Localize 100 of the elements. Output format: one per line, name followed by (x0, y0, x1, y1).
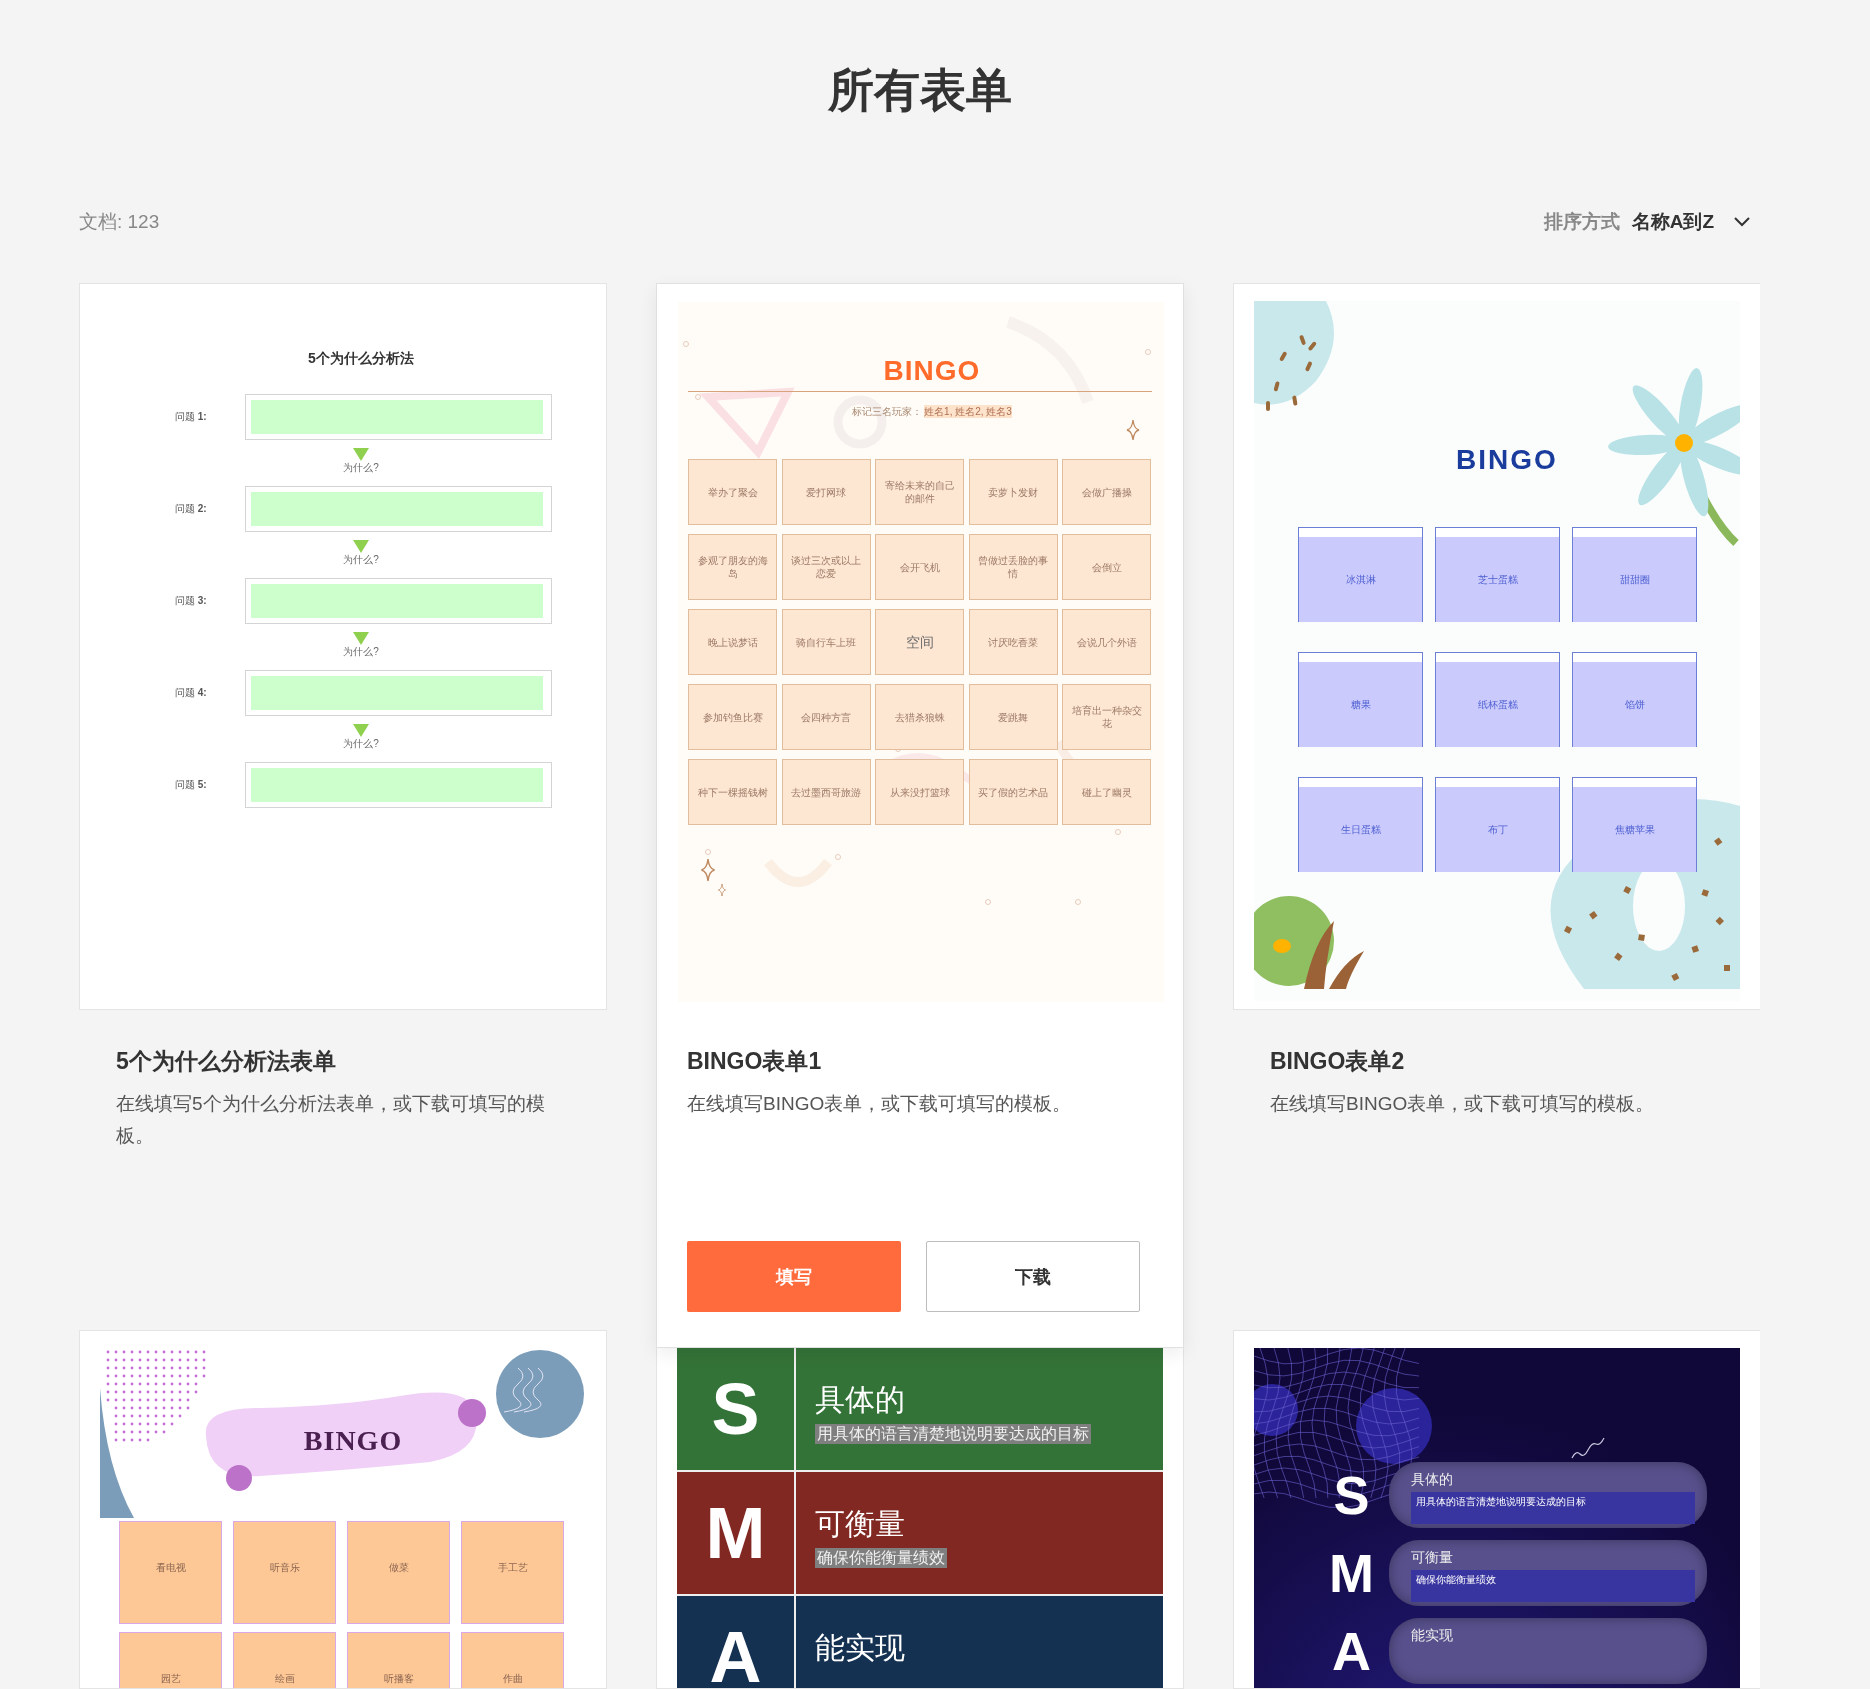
document-count: 文档: 123 (79, 210, 160, 234)
row-title: 能实现 (1411, 1626, 1453, 1644)
player-names: 姓名1, 姓名2, 姓名3 (924, 405, 1012, 418)
bingo-square: 去猎杀狼蛛 (875, 684, 964, 750)
bingo-square: 爱打网球 (781, 459, 871, 525)
bingo-square: 冰淇淋 (1298, 527, 1423, 622)
bingo-square: 做菜 (347, 1521, 450, 1624)
bingo-square: 骑自行车上班 (781, 609, 871, 675)
bingo-square: 会说几个外语 (1062, 609, 1151, 675)
question-label: 问题 5: (175, 778, 208, 792)
bingo-square: 看电视 (119, 1521, 222, 1624)
bingo-square: 焦糖苹果 (1572, 777, 1697, 872)
arrow-down-icon (353, 724, 369, 737)
form-preview[interactable]: 5个为什么分析法 问题 1: 为什么? 问题 2: 为什么? 问题 3: 为什么? 问题 4: 为什么? 问题 5: (79, 283, 607, 1010)
row-title: 能实现 (815, 1630, 905, 1666)
bingo-square: 听音乐 (233, 1521, 336, 1624)
card-title: 5个为什么分析法表单 (116, 1047, 336, 1076)
document-title: 5个为什么分析法 (308, 351, 414, 365)
bingo-square: 绘画 (233, 1632, 336, 1688)
row-letter: S (677, 1348, 796, 1470)
form-preview[interactable]: S 具体的 用具体的语言清楚地说明要达成的目标 M 可衡量 确保你能衡量绩效 A 能实现 (656, 1348, 1184, 1689)
question-label: 问题 2: (175, 502, 208, 516)
row-letter: S (1332, 1464, 1371, 1527)
bingo-square: 买了假的艺术品 (968, 759, 1058, 825)
bingo-square: 芝士蛋糕 (1435, 527, 1560, 622)
bingo-square: 去过墨西哥旅游 (781, 759, 871, 825)
row-title: 具体的 (815, 1382, 905, 1418)
card-description: 在线填写5个为什么分析法表单，或下载可填写的模板。 (116, 1092, 546, 1148)
arrow-down-icon (353, 448, 369, 461)
row-letter: A (1331, 1620, 1372, 1683)
arrow-down-icon (353, 540, 369, 553)
row-subtitle: 用具体的语言清楚地说明要达成的目标 (1411, 1492, 1695, 1524)
bingo-square: 培育出一种杂交花 (1062, 684, 1151, 750)
bingo-square: 会开飞机 (875, 534, 964, 600)
document-title: BINGO (303, 1424, 403, 1458)
download-button[interactable]: 下载 (926, 1241, 1140, 1312)
bingo-square: 空间 (875, 609, 964, 675)
bingo-square: 种下一棵摇钱树 (688, 759, 777, 825)
row-subtitle: 用具体的语言清楚地说明要达成的目标 (815, 1424, 1091, 1444)
row-subtitle: 确保你能衡量绩效 (815, 1548, 947, 1568)
bingo-square: 手工艺 (461, 1521, 564, 1624)
form-preview[interactable]: BINGO 标记三名玩家： 姓名1, 姓名2, 姓名3 举办了聚会 爱打网球 寄给未来的自己的邮件 卖萝卜发财 会做广播操 参观了朋友的海岛 谈过三次或以上恋爱 会开飞机 曾做过丢脸的事情 会倒立 晚上说梦话 骑自行车上班 空间 讨厌吃香菜 会说几个外语 参加钓鱼比赛 会四种方言 去猎杀狼蛛 爱跳舞 培育出一种杂交花 种下一棵摇钱树 去过墨西哥旅游 从来没打篮球 买了假的艺术品 碰上了幽灵 (657, 284, 1183, 1010)
sparkle-icon (700, 858, 716, 882)
answer-box[interactable] (245, 486, 552, 532)
card-title: BINGO表单2 (1270, 1047, 1405, 1076)
bingo-square: 举办了聚会 (688, 459, 777, 525)
bingo-square: 曾做过丢脸的事情 (968, 534, 1058, 600)
page-title: 所有表单 (826, 63, 1013, 118)
document-title: BINGO (883, 354, 981, 388)
bingo-square: 从来没打篮球 (875, 759, 964, 825)
bingo-square: 馅饼 (1572, 652, 1697, 747)
card-title: BINGO表单1 (687, 1047, 822, 1076)
sparkle-icon (718, 883, 726, 897)
answer-box[interactable] (245, 578, 552, 624)
form-preview[interactable]: S 具体的 用具体的语言清楚地说明要达成的目标 M 可衡量 确保你能衡量绩效 A 能实现 (1233, 1330, 1760, 1689)
row-letter: A (677, 1596, 796, 1688)
squiggle-drawing (1571, 1437, 1605, 1459)
row-letter: M (1328, 1542, 1375, 1605)
form-preview[interactable]: BINGO 看电视 听音乐 做菜 手工艺 园艺 绘画 听播客 作曲 (79, 1330, 607, 1689)
answer-box[interactable] (245, 670, 552, 716)
bingo-square: 生日蛋糕 (1298, 777, 1423, 872)
row-title: 可衡量 (1411, 1548, 1453, 1566)
bingo-square: 糖果 (1298, 652, 1423, 747)
players-label: 标记三名玩家： (852, 405, 923, 418)
question-label: 问题 1: (175, 410, 208, 424)
connector-label: 为什么? (343, 462, 379, 474)
row-letter: M (677, 1472, 796, 1594)
bingo-square: 参加钓鱼比赛 (688, 684, 777, 750)
chevron-down-icon (1734, 217, 1750, 227)
bingo-square: 纸杯蛋糕 (1435, 652, 1560, 747)
bingo-square: 会倒立 (1062, 534, 1151, 600)
bingo-square: 晚上说梦话 (688, 609, 777, 675)
bingo-square: 讨厌吃香菜 (968, 609, 1058, 675)
connector-label: 为什么? (343, 646, 379, 658)
bingo-square: 爱跳舞 (968, 684, 1058, 750)
bingo-square: 作曲 (461, 1632, 564, 1688)
bingo-square: 谈过三次或以上恋爱 (781, 534, 871, 600)
arrow-down-icon (353, 632, 369, 645)
row-subtitle: 确保你能衡量绩效 (1411, 1570, 1695, 1602)
connector-label: 为什么? (343, 554, 379, 566)
bingo-square: 寄给未来的自己的邮件 (875, 459, 964, 525)
card-description: 在线填写BINGO表单，或下载可填写的模板。 (1270, 1092, 1656, 1116)
answer-box[interactable] (245, 394, 552, 440)
card-description: 在线填写BINGO表单，或下载可填写的模板。 (687, 1092, 1073, 1116)
connector-label: 为什么? (343, 738, 379, 750)
bingo-square: 听播客 (347, 1632, 450, 1688)
bingo-square: 甜甜圈 (1572, 527, 1697, 622)
question-label: 问题 3: (175, 594, 208, 608)
answer-box[interactable] (245, 762, 552, 808)
row-title: 可衡量 (815, 1506, 905, 1542)
bingo-square: 园艺 (119, 1632, 222, 1688)
sparkle-icon (1126, 419, 1140, 441)
question-label: 问题 4: (175, 686, 208, 700)
sort-dropdown[interactable]: 名称A到Z (1631, 209, 1750, 235)
form-preview[interactable]: BINGO 冰淇淋 芝士蛋糕 甜甜圈 糖果 纸杯蛋糕 馅饼 生日蛋糕 布丁 焦糖苹果 (1233, 283, 1760, 1010)
bingo-square: 会四种方言 (781, 684, 871, 750)
bingo-square: 卖萝卜发财 (968, 459, 1058, 525)
row-title: 具体的 (1411, 1470, 1453, 1488)
bingo-square: 参观了朋友的海岛 (688, 534, 777, 600)
bingo-square: 会做广播操 (1062, 459, 1151, 525)
